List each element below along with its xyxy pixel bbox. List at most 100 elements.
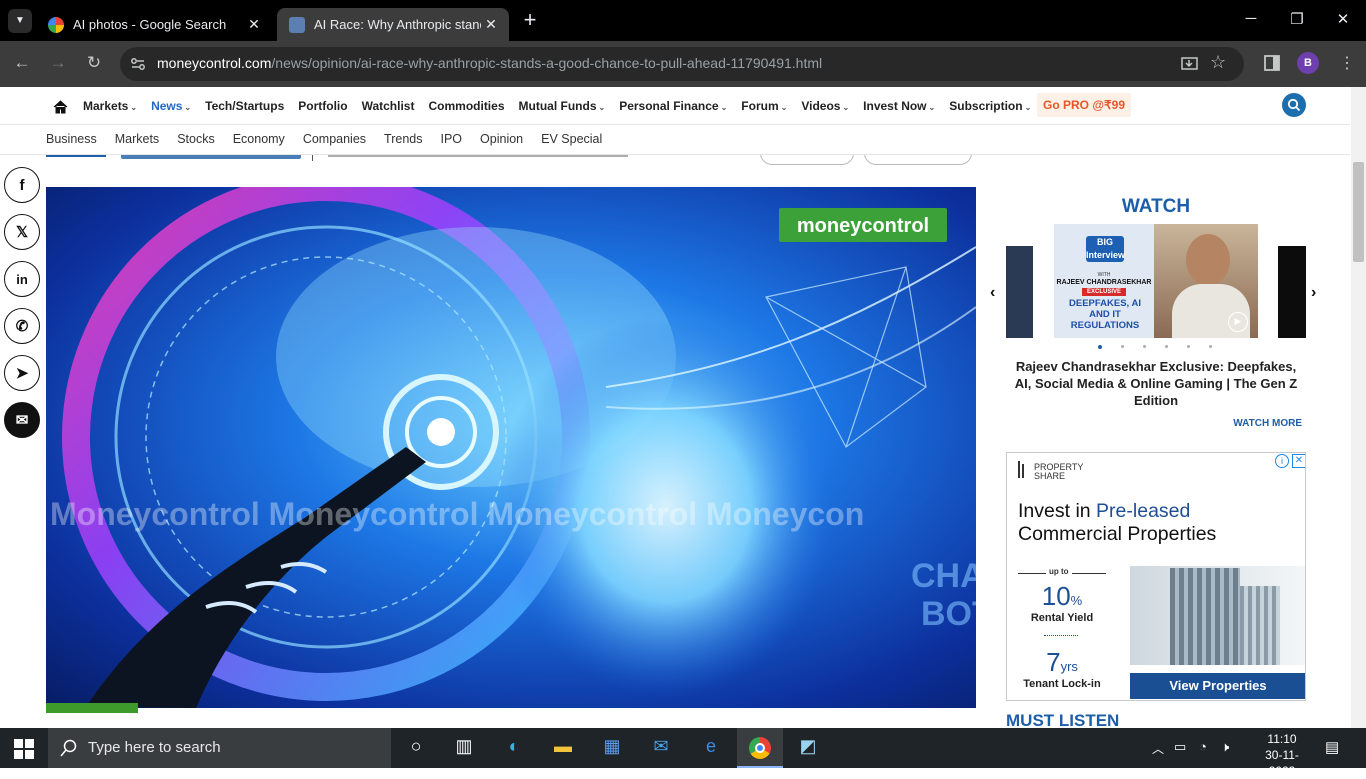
scrollbar-thumb[interactable] bbox=[1353, 162, 1364, 262]
nav-item-label: Personal Finance bbox=[619, 99, 719, 113]
nav-item-watchlist[interactable]: Watchlist bbox=[362, 99, 415, 113]
chrome-taskbar-button[interactable] bbox=[737, 728, 783, 768]
next-video-thumb[interactable] bbox=[1278, 246, 1306, 338]
reload-icon[interactable]: ↻ bbox=[82, 53, 106, 73]
nav-item-invest-now[interactable]: Invest Now ⌄ bbox=[863, 99, 935, 113]
whatsapp-share-icon[interactable]: ✆ bbox=[4, 308, 40, 344]
browser-tab-google[interactable]: AI photos - Google Search ✕ bbox=[36, 8, 272, 41]
watch-video-thumbnail[interactable]: BIG Interview WITH RAJEEV CHANDRASEKHAR … bbox=[1054, 224, 1258, 338]
forward-icon[interactable]: → bbox=[46, 53, 70, 73]
chevron-down-icon: ⌄ bbox=[928, 103, 936, 112]
site-info-icon[interactable] bbox=[130, 56, 146, 72]
minimize-icon[interactable]: ─ bbox=[1236, 10, 1266, 27]
view-properties-button[interactable]: View Properties bbox=[1130, 673, 1305, 699]
facebook-share-icon[interactable]: f bbox=[4, 167, 40, 203]
windows-start-icon[interactable] bbox=[14, 739, 34, 759]
nav-menu: Markets ⌄ News ⌄ Tech/Startups Portfolio Watch… bbox=[83, 99, 1045, 113]
email-share-icon[interactable]: ✉ bbox=[4, 402, 40, 438]
search-icon bbox=[60, 739, 77, 757]
tray-overflow-icon[interactable]: ︿ bbox=[1152, 740, 1164, 757]
close-tab-icon[interactable]: ✕ bbox=[244, 16, 264, 33]
sub-nav-item[interactable]: EV Special bbox=[541, 132, 602, 146]
x-share-icon[interactable]: 𝕏 bbox=[4, 214, 40, 250]
join-us-button[interactable] bbox=[760, 155, 854, 165]
sub-nav-item[interactable]: Opinion bbox=[480, 132, 523, 146]
back-icon[interactable]: ← bbox=[10, 53, 34, 73]
chevron-down-icon: ⌄ bbox=[1024, 103, 1032, 112]
wifi-icon[interactable]: ◔ bbox=[1199, 739, 1207, 754]
side-panel-icon[interactable] bbox=[1264, 55, 1280, 71]
nav-item-markets[interactable]: Markets ⌄ bbox=[83, 99, 137, 113]
play-icon[interactable]: ▶ bbox=[1228, 312, 1248, 332]
notifications-icon[interactable]: ▤ bbox=[1325, 738, 1339, 756]
ad-close-icon[interactable]: ✕ bbox=[1292, 454, 1305, 468]
menu-kebab-icon[interactable]: ⋮ bbox=[1335, 53, 1359, 73]
ad-stat1-value: 10 bbox=[1041, 581, 1071, 611]
volume-muted-icon[interactable]: 🕨 bbox=[1221, 739, 1229, 755]
microsoft-store-icon[interactable]: ▦ bbox=[599, 736, 625, 760]
browser-tab-article[interactable]: AI Race: Why Anthropic stands ✕ bbox=[277, 8, 509, 41]
clock-date: 30-11-2023 bbox=[1265, 748, 1299, 778]
taskbar-clock[interactable]: 11:10 30-11-2023 bbox=[1256, 731, 1308, 779]
nav-item-personal-finance[interactable]: Personal Finance ⌄ bbox=[619, 99, 727, 113]
nav-item-commodities[interactable]: Commodities bbox=[428, 99, 504, 113]
nav-item-videos[interactable]: Videos ⌄ bbox=[801, 99, 849, 113]
ad-headline-post: Commercial Properties bbox=[1018, 523, 1217, 545]
sub-nav-item[interactable]: Business bbox=[46, 132, 97, 146]
telegram-share-icon[interactable]: ➤ bbox=[4, 355, 40, 391]
restore-icon[interactable]: ❐ bbox=[1282, 10, 1312, 28]
app-icon[interactable]: ◩ bbox=[795, 736, 821, 760]
edge-legacy-icon[interactable]: e bbox=[698, 736, 724, 760]
carousel-prev-icon[interactable]: ‹ bbox=[990, 284, 995, 302]
windows-taskbar: Type here to search ○ ▥ ◐ ▬ ▦ ✉ e ◩ ︿ ▭ … bbox=[0, 728, 1366, 778]
go-pro-button[interactable]: Go PRO @₹99 bbox=[1037, 93, 1131, 117]
ad-stat2-unit: yrs bbox=[1060, 659, 1078, 674]
carousel-next-icon[interactable]: › bbox=[1311, 284, 1316, 302]
page-scrollbar[interactable] bbox=[1351, 87, 1366, 728]
profile-avatar[interactable]: B bbox=[1297, 52, 1319, 74]
sub-nav-item[interactable]: Economy bbox=[233, 132, 285, 146]
nav-item-tech-startups[interactable]: Tech/Startups bbox=[205, 99, 284, 113]
ad-info-icon[interactable]: i bbox=[1275, 454, 1289, 468]
new-tab-button[interactable]: + bbox=[518, 9, 542, 33]
edge-icon[interactable]: ◐ bbox=[501, 736, 527, 760]
url-host: moneycontrol.com bbox=[157, 55, 272, 71]
nav-item-mutual-funds[interactable]: Mutual Funds ⌄ bbox=[519, 99, 606, 113]
task-view-icon[interactable]: ▥ bbox=[451, 736, 477, 760]
sub-nav-item[interactable]: Stocks bbox=[177, 132, 215, 146]
ad-headline: Invest in Pre-leased Commercial Propertie… bbox=[1018, 500, 1216, 546]
address-bar[interactable]: moneycontrol.com/news/opinion/ai-race-wh… bbox=[120, 47, 1244, 81]
nav-item-label: Markets bbox=[83, 99, 129, 113]
carousel-dots bbox=[1098, 345, 1218, 349]
nav-item-portfolio[interactable]: Portfolio bbox=[298, 99, 347, 113]
advertisement[interactable]: i ✕ PROPERTY SHARE Invest in Pre-leased C… bbox=[1006, 452, 1306, 701]
file-explorer-icon[interactable]: ▬ bbox=[550, 736, 576, 760]
nav-item-subscription[interactable]: Subscription ⌄ bbox=[949, 99, 1031, 113]
ad-building-image bbox=[1130, 566, 1305, 665]
site-search-button[interactable] bbox=[1282, 93, 1306, 117]
bookmark-star-icon[interactable]: ☆ bbox=[1210, 52, 1226, 73]
nav-item-news[interactable]: News ⌄ bbox=[151, 99, 191, 113]
sub-nav-item[interactable]: Markets bbox=[115, 132, 159, 146]
thumb-exclusive-tag: EXCLUSIVE bbox=[1082, 288, 1126, 296]
sub-nav-item[interactable]: Companies bbox=[303, 132, 366, 146]
nav-item-label: Videos bbox=[801, 99, 841, 113]
follow-us-button[interactable] bbox=[864, 155, 972, 165]
sub-nav-item[interactable]: IPO bbox=[441, 132, 463, 146]
install-app-icon[interactable] bbox=[1181, 56, 1198, 72]
cortana-icon[interactable]: ○ bbox=[403, 736, 429, 760]
linkedin-share-icon[interactable]: in bbox=[4, 261, 40, 297]
nav-item-forum[interactable]: Forum ⌄ bbox=[741, 99, 787, 113]
url-text: moneycontrol.com/news/opinion/ai-race-wh… bbox=[157, 55, 822, 71]
prev-video-thumb[interactable] bbox=[1006, 246, 1033, 338]
home-icon[interactable] bbox=[53, 100, 68, 114]
mail-icon[interactable]: ✉ bbox=[648, 736, 674, 760]
watch-video-title[interactable]: Rajeev Chandrasekhar Exclusive: Deepfake… bbox=[1006, 358, 1306, 409]
sub-nav-item[interactable]: Trends bbox=[384, 132, 422, 146]
close-tab-icon[interactable]: ✕ bbox=[481, 16, 501, 33]
close-window-icon[interactable]: ✕ bbox=[1328, 10, 1358, 28]
taskbar-search-box[interactable]: Type here to search bbox=[48, 728, 391, 768]
battery-icon[interactable]: ▭ bbox=[1174, 739, 1186, 755]
tab-search-button[interactable]: ▼ bbox=[8, 9, 32, 33]
watch-more-link[interactable]: WATCH MORE bbox=[1180, 418, 1302, 429]
